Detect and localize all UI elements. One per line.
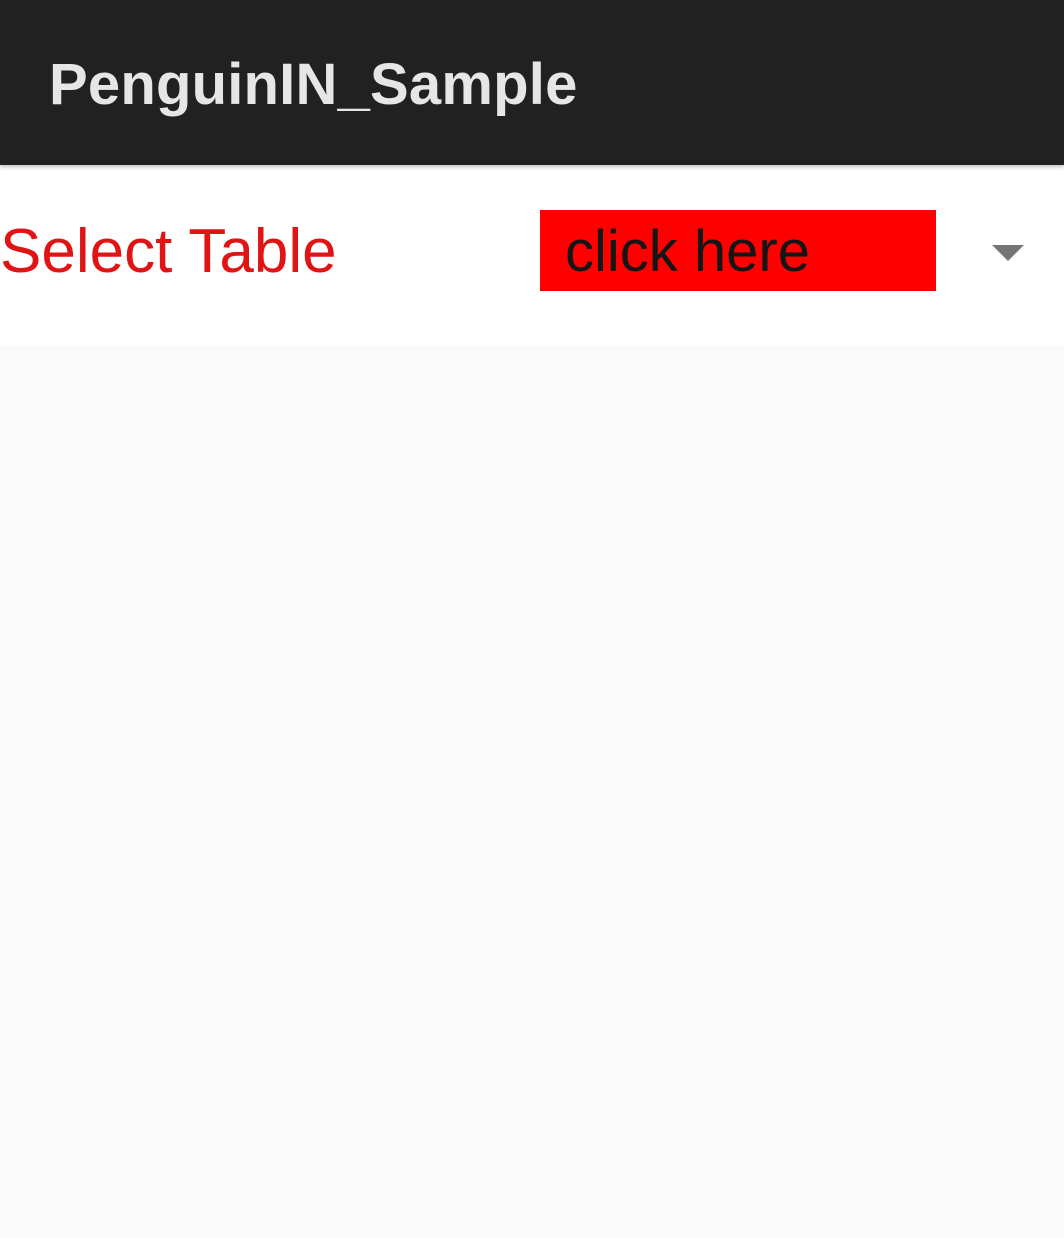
select-table-label: Select Table <box>0 217 337 286</box>
spinner-selected-value: click here <box>565 219 810 284</box>
app-title: PenguinIN_Sample <box>49 52 578 117</box>
empty-content-area <box>0 345 1064 1238</box>
table-select-spinner[interactable]: click here <box>540 210 1064 292</box>
spinner-value-box[interactable]: click here <box>540 210 936 291</box>
app-bar: PenguinIN_Sample <box>0 0 1064 165</box>
table-selector-row: Select Table click here <box>0 165 1064 345</box>
app-screen: PenguinIN_Sample Select Table click here <box>0 0 1064 1238</box>
chevron-down-icon[interactable] <box>992 245 1024 261</box>
